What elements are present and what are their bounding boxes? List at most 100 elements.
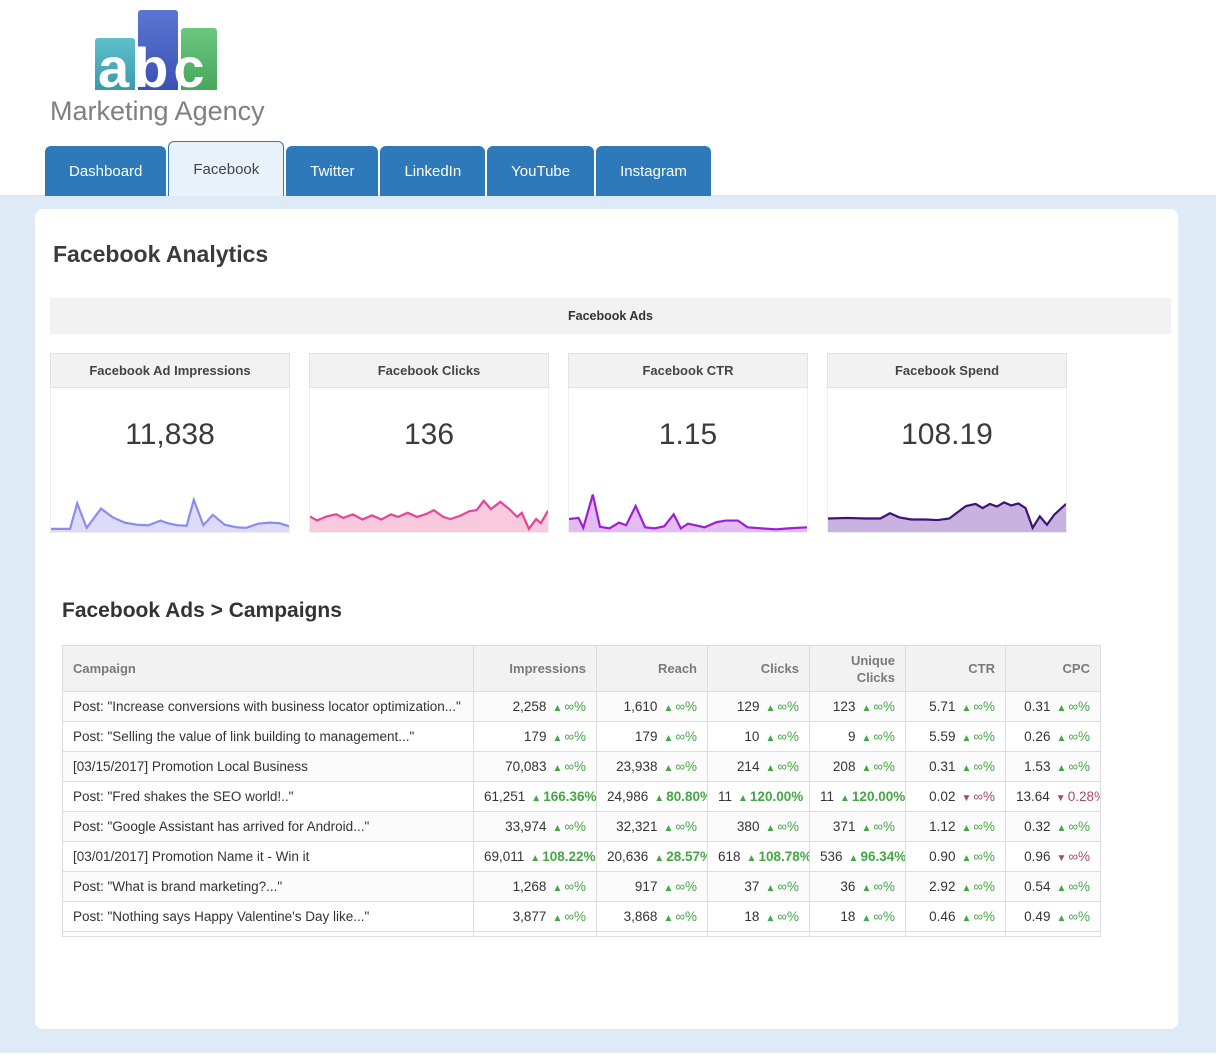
- delta-percent: ∞%: [564, 909, 586, 924]
- up-triangle-icon: ▲: [961, 823, 971, 834]
- metric-cell-value: 37: [744, 879, 759, 894]
- metric-cell: 5.59▲∞%: [906, 722, 1006, 752]
- metric-cell: 1.12▲∞%: [906, 812, 1006, 842]
- metric-cell-value: 0.96: [1024, 849, 1050, 864]
- delta-percent: ∞%: [564, 819, 586, 834]
- up-triangle-icon: ▲: [1056, 733, 1066, 744]
- tab-instagram[interactable]: Instagram: [596, 146, 711, 196]
- metric-cell: 24,986▲80.80%: [597, 782, 708, 812]
- up-triangle-icon: ▲: [654, 853, 664, 864]
- metric-cell-value: 11: [718, 789, 732, 804]
- metric-title: Facebook CTR: [568, 353, 808, 388]
- metric-cell-value: 69,011: [484, 849, 524, 864]
- up-triangle-icon: ▲: [840, 793, 850, 804]
- metric-cell: 32,321▲∞%: [597, 812, 708, 842]
- up-triangle-icon: ▲: [861, 733, 871, 744]
- down-triangle-icon: ▼: [1056, 853, 1066, 864]
- metric-cell: 13.64▼0.28%: [1006, 782, 1101, 812]
- table-row: Post: "Fred shakes the SEO world!.."61,2…: [63, 782, 1101, 812]
- metric-cell-value: 13.64: [1016, 789, 1050, 804]
- metric-cell: 917▲∞%: [597, 872, 708, 902]
- metric-card: Facebook Ad Impressions 11,838: [50, 353, 290, 533]
- metric-cell: 23,938▲∞%: [597, 752, 708, 782]
- metric-cell: 3,868▲∞%: [597, 902, 708, 932]
- metric-cell-value: 0.31: [929, 759, 955, 774]
- delta-percent: ∞%: [873, 699, 895, 714]
- metric-cell-value: 24,986: [607, 789, 648, 804]
- up-triangle-icon: ▲: [961, 913, 971, 924]
- tab-dashboard[interactable]: Dashboard: [45, 146, 166, 196]
- tab-label: Twitter: [310, 163, 354, 180]
- up-triangle-icon: ▲: [961, 883, 971, 894]
- metric-cell: 380▲∞%: [708, 812, 810, 842]
- delta-percent: ∞%: [973, 819, 995, 834]
- tab-label: Dashboard: [69, 163, 142, 180]
- delta-percent: ∞%: [675, 819, 697, 834]
- metric-cell: 2,258▲∞%: [474, 692, 597, 722]
- metric-cell: 0.26▲∞%: [1006, 722, 1101, 752]
- up-triangle-icon: ▲: [1056, 703, 1066, 714]
- tab-twitter[interactable]: Twitter: [286, 146, 378, 196]
- metric-cell: 36▲∞%: [810, 872, 906, 902]
- page-header: abc Marketing Agency DashboardFacebookTw…: [0, 0, 1216, 196]
- section-header-label: Facebook Ads: [568, 309, 653, 323]
- delta-percent: ∞%: [777, 699, 799, 714]
- campaign-cell: Post: "Nothing says Happy Valentine's Da…: [63, 902, 474, 932]
- up-triangle-icon: ▲: [663, 703, 673, 714]
- tab-bar: Dashboard Facebook Twitter LinkedIn YouTube I…: [0, 141, 1216, 196]
- metric-cell: 179▲∞%: [474, 722, 597, 752]
- tab-youtube[interactable]: YouTube: [487, 146, 594, 196]
- delta-percent: ∞%: [973, 729, 995, 744]
- delta-percent: ∞%: [777, 879, 799, 894]
- metric-cell-value: 5.71: [929, 699, 955, 714]
- metric-cell: 69,011▲108.22%: [474, 842, 597, 872]
- delta-percent: ∞%: [873, 879, 895, 894]
- metric-cell: 0.96▼∞%: [1006, 842, 1101, 872]
- tab-label: Instagram: [620, 163, 687, 180]
- sparkline-chart: [569, 480, 807, 532]
- sparkline-chart: [51, 480, 289, 532]
- delta-percent: ∞%: [675, 909, 697, 924]
- metric-cell: 20,636▲28.57%: [597, 842, 708, 872]
- metric-cell-value: 61,251: [484, 789, 525, 804]
- table-row: Post: "Nothing says Happy Valentine's Da…: [63, 902, 1101, 932]
- metric-cell-value: 214: [737, 759, 760, 774]
- logo-bars-icon: abc: [95, 10, 230, 90]
- metric-cell-value: 2,258: [513, 699, 547, 714]
- table-row: [03/01/2017] Promotion Name it - Win it6…: [63, 842, 1101, 872]
- metric-cell: 214▲∞%: [708, 752, 810, 782]
- metric-cell: 11▲120.00%: [708, 782, 810, 812]
- tab-label: Facebook: [193, 161, 259, 178]
- metric-cell-value: 3,868: [624, 909, 658, 924]
- metric-cell-value: 0.32: [1024, 819, 1050, 834]
- analytics-card: Facebook Analytics Facebook Ads Facebook…: [35, 209, 1178, 1029]
- metric-title: Facebook Clicks: [309, 353, 549, 388]
- metric-cell: 0.46▲∞%: [906, 902, 1006, 932]
- delta-percent: ∞%: [1068, 699, 1090, 714]
- metric-cell-value: 5.59: [929, 729, 955, 744]
- delta-percent: 108.22%: [542, 849, 595, 864]
- delta-percent: ∞%: [564, 729, 586, 744]
- campaigns-heading: Facebook Ads > Campaigns: [62, 599, 1178, 623]
- metric-cell-value: 11: [820, 789, 834, 804]
- metric-cell: 37▲∞%: [708, 872, 810, 902]
- delta-percent: 120.00%: [852, 789, 905, 804]
- delta-percent: 166.36%: [543, 789, 596, 804]
- delta-percent: ∞%: [777, 759, 799, 774]
- metric-cell: 10▲∞%: [708, 722, 810, 752]
- tab-facebook[interactable]: Facebook: [168, 141, 284, 196]
- tab-linkedin[interactable]: LinkedIn: [380, 146, 485, 196]
- up-triangle-icon: ▲: [861, 913, 871, 924]
- metric-cell: 18▲∞%: [810, 902, 906, 932]
- metric-cell: 61,251▲166.36%: [474, 782, 597, 812]
- delta-percent: ∞%: [873, 909, 895, 924]
- delta-percent: ∞%: [973, 759, 995, 774]
- delta-percent: ∞%: [777, 909, 799, 924]
- up-triangle-icon: ▲: [849, 853, 859, 864]
- down-triangle-icon: ▼: [1056, 793, 1066, 804]
- metric-cell: 129▲∞%: [708, 692, 810, 722]
- delta-percent: ∞%: [973, 879, 995, 894]
- delta-percent: ∞%: [675, 699, 697, 714]
- tab-label: YouTube: [511, 163, 570, 180]
- up-triangle-icon: ▲: [663, 763, 673, 774]
